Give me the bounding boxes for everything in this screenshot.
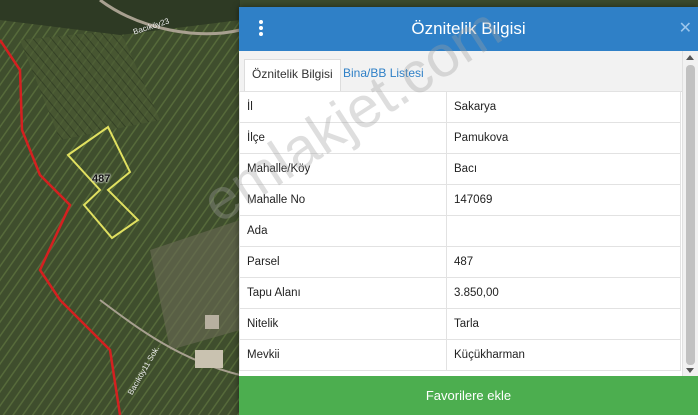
parcel-number-label: 487 [92,173,111,185]
table-row: İl Sakarya [239,91,681,123]
table-row: Mahalle No 147069 [239,184,681,216]
table-row: İlçe Pamukova [239,122,681,154]
row-key: Mahalle No [239,184,447,216]
table-row: Nitelik Tarla [239,308,681,340]
row-value: Bacı [446,153,681,185]
row-key: İl [239,91,447,123]
tab-attribute-info[interactable]: Öznitelik Bilgisi [244,59,341,92]
row-value: 487 [446,246,681,278]
table-row: Tapu Alanı 3.850,00 [239,277,681,309]
row-key: Ada [239,215,447,247]
attribute-panel: Öznitelik Bilgisi ✕ Öznitelik Bilgisi Bi… [239,7,698,415]
row-key: Nitelik [239,308,447,340]
scrollbar[interactable] [682,51,698,377]
table-row: Mevkii Küçükharman [239,339,681,371]
row-key: Parsel [239,246,447,278]
row-value: 147069 [446,184,681,216]
table-row: Ada [239,215,681,247]
row-value: Sakarya [446,91,681,123]
panel-header: Öznitelik Bilgisi ✕ [239,7,698,51]
table-row: Parsel 487 [239,246,681,278]
scroll-thumb[interactable] [686,65,695,365]
row-value: Pamukova [446,122,681,154]
row-value [446,215,681,247]
scroll-up-icon[interactable] [686,55,694,60]
attribute-table: İl Sakarya İlçe Pamukova Mahalle/Köy Bacı M… [239,91,681,371]
row-key: Mahalle/Köy [239,153,447,185]
tab-building-list[interactable]: Bina/BB Listesi [336,59,431,90]
scroll-down-icon[interactable] [686,368,694,373]
table-row: Mahalle/Köy Bacı [239,153,681,185]
row-value: Tarla [446,308,681,340]
panel-title: Öznitelik Bilgisi [411,19,526,38]
row-value: Küçükharman [446,339,681,371]
row-key: Tapu Alanı [239,277,447,309]
attribute-table-wrap[interactable]: İl Sakarya İlçe Pamukova Mahalle/Köy Bacı M… [239,91,681,375]
close-icon[interactable]: ✕ [679,18,692,38]
row-key: Mevkii [239,339,447,371]
row-key: İlçe [239,122,447,154]
row-value: 3.850,00 [446,277,681,309]
add-to-favorites-button[interactable]: Favorilere ekle [239,376,698,415]
tab-bar: Öznitelik Bilgisi Bina/BB Listesi [239,51,698,92]
